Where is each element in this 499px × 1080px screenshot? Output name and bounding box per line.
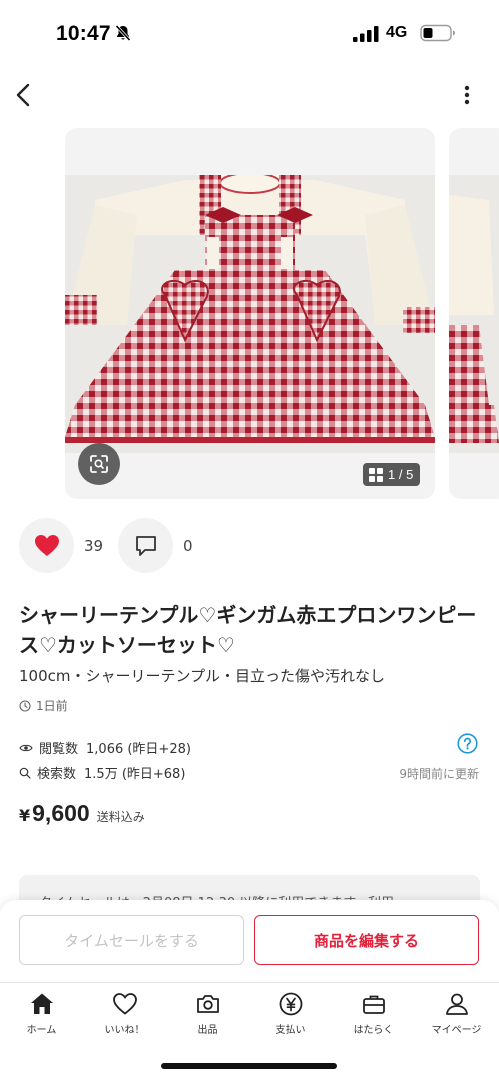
comment-icon: [135, 535, 156, 556]
tab-home[interactable]: ホーム: [0, 991, 83, 1036]
shipping-note: 送料込み: [96, 810, 145, 824]
item-subtitle: 100cm・シャーリーテンプル・目立った傷や汚れなし: [19, 667, 386, 685]
page-indicator-text: 1 / 5: [388, 467, 414, 482]
tab-label: マイページ: [431, 1025, 482, 1036]
action-panel: タイムセールをする 商品を編集する: [0, 900, 499, 982]
grid-icon: [369, 467, 383, 482]
edit-item-button[interactable]: 商品を編集する: [254, 915, 479, 965]
home-indicator: [161, 1063, 337, 1069]
tab-sell[interactable]: 出品: [166, 991, 249, 1036]
item-title: シャーリーテンプル♡ギンガム赤エプロンワンピース♡カットソーセット♡: [19, 603, 477, 657]
home-icon: [30, 993, 53, 1014]
comment-button[interactable]: [118, 518, 173, 573]
posted-time: 1日前: [19, 697, 68, 714]
image-search-button[interactable]: [78, 443, 120, 485]
time-sale-button[interactable]: タイムセールをする: [19, 915, 244, 965]
search-label: 検索数: [37, 767, 77, 782]
clock-icon: [19, 699, 31, 712]
heart-outline-icon: [112, 993, 137, 1015]
back-button[interactable]: [12, 80, 36, 110]
comment-count: 0: [183, 537, 193, 555]
updated-time: 9時間前に更新: [399, 767, 479, 781]
next-photo-preview[interactable]: [449, 128, 499, 499]
status-bar: 10:47 4G: [0, 0, 499, 64]
photo-card[interactable]: [65, 128, 435, 499]
product-photo: [65, 175, 435, 453]
price: ¥ 9,600 送料込み: [19, 800, 145, 827]
search-stat: 検索数 1.5万 (昨日+68): [19, 763, 185, 782]
network-type: 4G: [386, 24, 408, 41]
battery-icon: [420, 24, 455, 42]
eye-icon: [19, 744, 33, 751]
status-time: 10:47: [56, 22, 111, 45]
views-value: 1,066 (昨日+28): [86, 742, 191, 757]
tab-label: ホーム: [26, 1025, 57, 1036]
tab-likes[interactable]: いいね！: [83, 991, 166, 1036]
camera-icon: [196, 995, 219, 1013]
search-value: 1.5万 (昨日+68): [84, 767, 186, 782]
person-icon: [445, 993, 468, 1015]
tab-label: 出品: [197, 1025, 218, 1036]
price-currency: ¥: [19, 806, 31, 825]
next-product-photo: [449, 175, 499, 453]
views-stat: 閲覧数 1,066 (昨日+28): [19, 738, 191, 757]
scan-icon: [90, 455, 108, 473]
more-options-button[interactable]: [456, 82, 478, 108]
like-count: 39: [84, 537, 104, 555]
tab-work[interactable]: はたらく: [332, 991, 415, 1036]
signal-icon: [353, 26, 379, 42]
search-icon: [19, 767, 31, 779]
photo-gallery[interactable]: [0, 128, 499, 500]
tab-label: はたらく: [353, 1025, 394, 1036]
tab-label: 支払い: [275, 1025, 306, 1036]
tab-mypage[interactable]: マイページ: [415, 991, 498, 1036]
yen-icon: [279, 992, 302, 1016]
bell-off-icon: [115, 24, 131, 42]
like-button[interactable]: [19, 518, 74, 573]
tab-payment[interactable]: 支払い: [249, 991, 332, 1036]
heart-icon: [34, 534, 59, 556]
tab-label: いいね！: [104, 1025, 145, 1036]
photo-page-indicator[interactable]: 1 / 5: [363, 463, 420, 486]
help-icon[interactable]: [457, 733, 478, 754]
price-amount: 9,600: [32, 800, 90, 826]
posted-time-text: 1日前: [36, 699, 68, 713]
briefcase-icon: [362, 995, 385, 1014]
views-label: 閲覧数: [39, 742, 79, 757]
